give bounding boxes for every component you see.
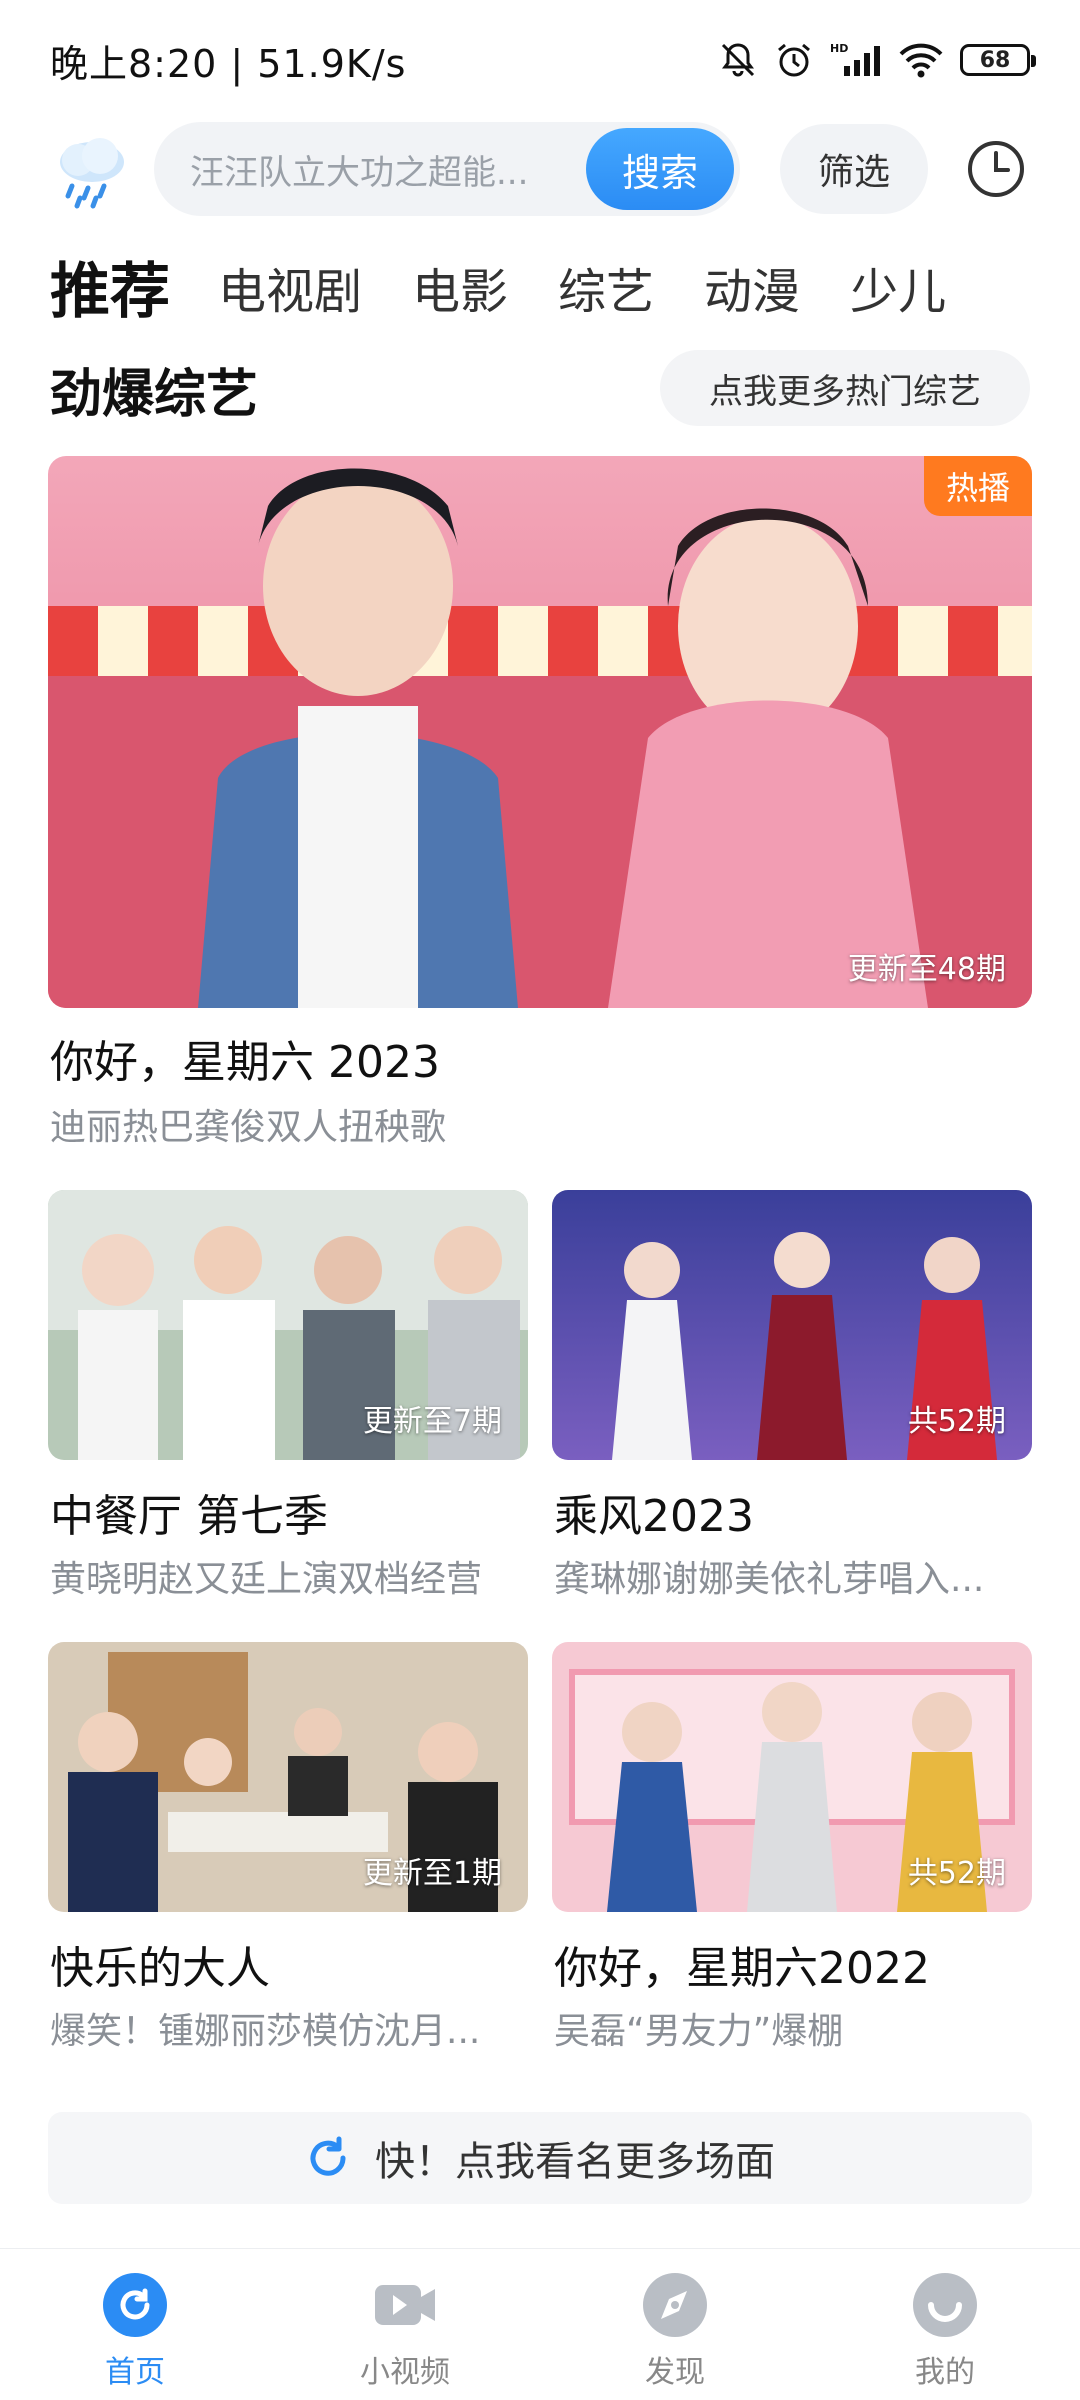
card-title[interactable]: 乘风2023 (554, 1480, 754, 1544)
hot-badge: 热播 (924, 456, 1032, 516)
card-thumbnail[interactable]: 更新至7期 (48, 1190, 528, 1460)
card-title[interactable]: 你好，星期六2022 (554, 1932, 930, 1996)
episode-label: 更新至1期 (362, 1856, 502, 1891)
home-refresh-icon (103, 2273, 167, 2337)
wifi-icon (899, 43, 943, 78)
refresh-icon (310, 2136, 346, 2176)
bottom-nav: 首页 小视频 发现 我的 (0, 2248, 1080, 2400)
nav-label: 首页 (105, 2355, 165, 2390)
hero-thumbnail[interactable]: 热播 更新至48期 (48, 456, 1032, 1008)
card-subtitle: 龚琳娜谢娜美依礼芽唱入... (554, 1559, 985, 1600)
svg-text:HD: HD (830, 42, 848, 55)
tab-tv-series[interactable]: 电视剧 (218, 252, 362, 332)
search-row: 汪汪队立大功之超能... 搜索 筛选 (0, 122, 1080, 222)
status-time-speed: 晚上8:20 | 51.9K/s (50, 41, 407, 86)
card-title[interactable]: 快乐的大人 (50, 1932, 270, 1996)
history-clock-icon[interactable] (965, 138, 1027, 200)
hero-title[interactable]: 你好，星期六 2023 (50, 1026, 440, 1090)
battery-icon: 68 (960, 44, 1036, 76)
battery-level: 68 (979, 47, 1011, 73)
hero-subtitle: 迪丽热巴龚俊双人扭秧歌 (50, 1107, 447, 1148)
nav-label: 小视频 (360, 2355, 450, 2390)
nav-discover[interactable]: 发现 (540, 2249, 810, 2400)
category-tabs: 推荐 电视剧 电影 综艺 动漫 少儿 (50, 252, 996, 332)
card-thumbnail[interactable]: 共52期 (552, 1642, 1032, 1912)
hero-image (48, 456, 1032, 1008)
status-icons: HD 68 (718, 40, 1036, 80)
search-input[interactable]: 汪汪队立大功之超能... (154, 145, 586, 194)
load-more-label: 快！点我看名更多场面 (375, 2139, 775, 2185)
card-thumbnail[interactable]: 更新至1期 (48, 1642, 528, 1912)
bell-muted-icon (721, 43, 755, 77)
nav-profile[interactable]: 我的 (810, 2249, 1080, 2400)
alarm-icon (778, 43, 810, 77)
card-thumbnail[interactable]: 共52期 (552, 1190, 1032, 1460)
nav-label: 我的 (915, 2355, 975, 2390)
more-variety-button[interactable]: 点我更多热门综艺 (660, 350, 1030, 426)
episode-label: 共52期 (907, 1856, 1006, 1891)
load-more-button[interactable]: 快！点我看名更多场面 (48, 2112, 1032, 2204)
episode-label: 更新至48期 (847, 952, 1006, 987)
profile-icon (913, 2273, 977, 2337)
card-subtitle: 黄晓明赵又廷上演双档经营 (50, 1559, 483, 1600)
compass-icon (643, 2273, 707, 2337)
filter-button[interactable]: 筛选 (780, 124, 928, 214)
weather-rain-icon[interactable] (48, 130, 132, 214)
card-subtitle: 爆笑！锺娜丽莎模仿沈月... (50, 2011, 481, 2052)
search-button[interactable]: 搜索 (586, 128, 734, 210)
signal-icon: HD (830, 42, 880, 76)
nav-home[interactable]: 首页 (0, 2249, 270, 2400)
nav-label: 发现 (645, 2355, 705, 2390)
tab-variety[interactable]: 综艺 (558, 252, 654, 332)
tab-anime[interactable]: 动漫 (704, 252, 800, 332)
section-title: 劲爆综艺 (50, 365, 259, 425)
nav-short-video[interactable]: 小视频 (270, 2249, 540, 2400)
video-icon (375, 2285, 435, 2325)
status-bar: 晚上8:20 | 51.9K/s HD 68 (0, 0, 1080, 120)
card-subtitle: 吴磊“男友力”爆棚 (554, 2011, 844, 2052)
tab-movies[interactable]: 电影 (412, 252, 508, 332)
tab-kids[interactable]: 少儿 (850, 252, 946, 332)
episode-label: 共52期 (907, 1404, 1006, 1439)
tab-recommend[interactable]: 推荐 (50, 252, 170, 332)
search-box[interactable]: 汪汪队立大功之超能... 搜索 (154, 122, 740, 216)
episode-label: 更新至7期 (362, 1404, 502, 1439)
card-title[interactable]: 中餐厅 第七季 (50, 1480, 328, 1544)
